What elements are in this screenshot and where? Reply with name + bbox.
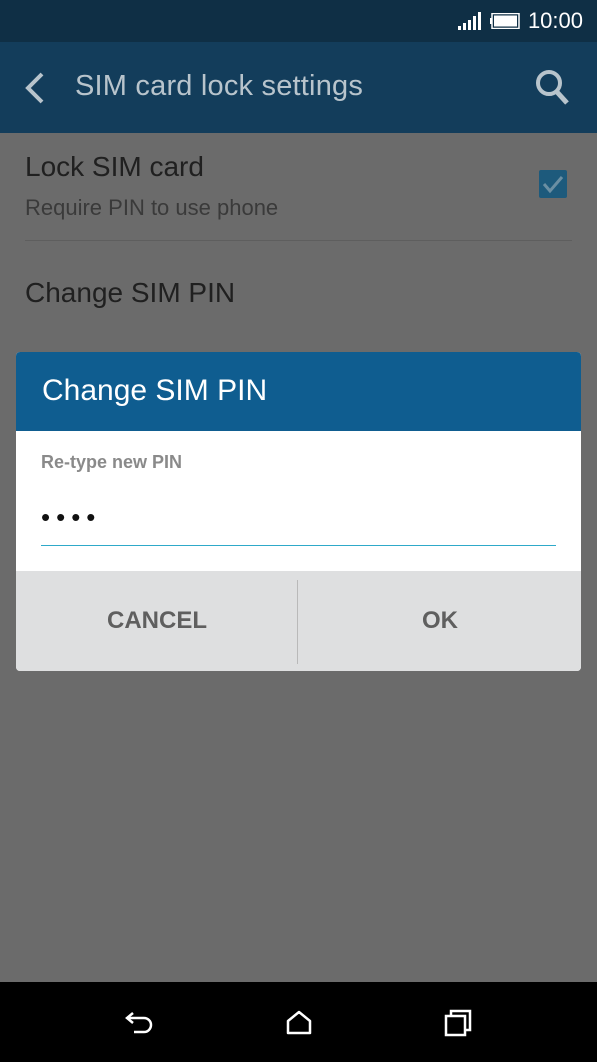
back-arrow-icon[interactable] bbox=[22, 70, 50, 106]
back-icon[interactable] bbox=[124, 1009, 154, 1035]
cancel-button[interactable]: CANCEL bbox=[16, 571, 298, 671]
pin-input-underline bbox=[41, 545, 556, 546]
lock-sim-title: Lock SIM card bbox=[25, 151, 204, 182]
status-bar: 10:00 bbox=[0, 0, 597, 42]
change-pin-title: Change SIM PIN bbox=[25, 277, 236, 308]
change-pin-dialog: Change SIM PIN Re-type new PIN •••• CANC… bbox=[16, 352, 581, 671]
divider bbox=[25, 240, 572, 241]
pin-input[interactable]: •••• bbox=[41, 502, 101, 533]
checkmark-icon bbox=[542, 176, 564, 194]
lock-sim-subtitle: Require PIN to use phone bbox=[25, 195, 279, 220]
battery-icon bbox=[490, 13, 520, 29]
navigation-bar bbox=[0, 982, 597, 1062]
status-time: 10:00 bbox=[527, 8, 583, 33]
pin-field-label: Re-type new PIN bbox=[41, 452, 183, 472]
ok-button[interactable]: OK bbox=[299, 571, 581, 671]
action-bar: SIM card lock settings bbox=[0, 42, 597, 133]
dialog-title: Change SIM PIN bbox=[42, 374, 268, 407]
signal-icon bbox=[458, 12, 481, 30]
page-title: SIM card lock settings bbox=[75, 70, 364, 102]
lock-sim-checkbox[interactable] bbox=[539, 170, 567, 198]
dialog-button-bar: CANCEL OK bbox=[16, 571, 581, 671]
recent-apps-icon[interactable] bbox=[444, 1009, 472, 1037]
dialog-header: Change SIM PIN bbox=[16, 352, 581, 431]
search-icon[interactable] bbox=[534, 68, 570, 106]
button-divider bbox=[297, 580, 298, 664]
home-icon[interactable] bbox=[286, 1009, 312, 1035]
